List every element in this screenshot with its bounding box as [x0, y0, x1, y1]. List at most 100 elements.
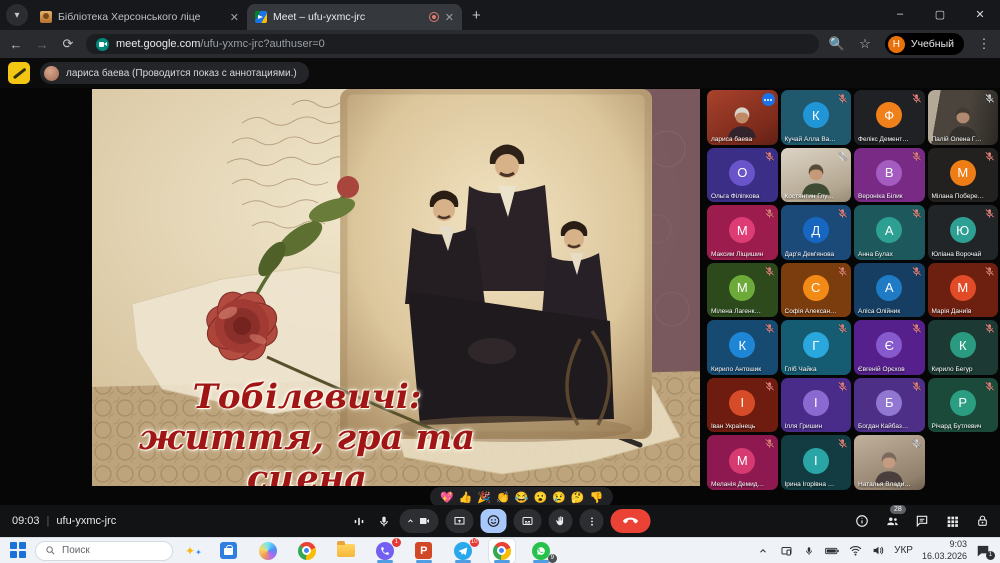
present-screen-button[interactable] [446, 509, 474, 533]
participant-name: Мілана Побережна [932, 193, 986, 200]
taskbar-apps: 1P 10 9 [216, 539, 554, 563]
leave-call-button[interactable] [611, 509, 651, 533]
participant-tile[interactable]: К Кучай Алла Васил... [781, 90, 852, 145]
back-icon[interactable]: ← [8, 37, 24, 52]
minimize-button[interactable]: – [880, 0, 920, 28]
taskbar-app-powerpoint[interactable]: P [411, 539, 437, 563]
search-icon[interactable]: 🔍 [829, 36, 845, 52]
reload-icon[interactable]: ⟳ [60, 36, 76, 52]
reaction-emoji-button[interactable]: 😢 [552, 491, 566, 504]
taskbar-app-whatsapp[interactable]: 9 [528, 539, 554, 563]
reactions-button[interactable] [481, 509, 507, 533]
battery-icon[interactable] [825, 544, 839, 558]
file-explorer-icon [337, 544, 355, 557]
participant-tile[interactable]: Палій Олена Григо... [928, 90, 999, 145]
people-icon[interactable]: 28 [884, 513, 900, 529]
participant-tile[interactable]: В Вероніка Білик [854, 148, 925, 203]
profile-chip[interactable]: Н Учебный [885, 33, 964, 55]
participant-tile[interactable]: І Ірина Ігорівна Дементьєва [781, 435, 852, 490]
tab-close-icon[interactable]: ✕ [445, 11, 454, 24]
participant-tile[interactable]: Б Богдан Кайбазаков [854, 378, 925, 433]
bookmark-star-icon[interactable]: ☆ [857, 36, 873, 52]
forward-icon[interactable]: → [34, 37, 50, 52]
tray-clock[interactable]: 9:03 16.03.2026 [922, 539, 967, 562]
maximize-button[interactable]: ▢ [920, 0, 960, 28]
copilot-icon [259, 542, 277, 560]
notification-center-icon[interactable]: 1 [976, 544, 992, 558]
camera-button[interactable] [400, 509, 439, 533]
chat-icon[interactable] [914, 513, 930, 529]
taskbar-search[interactable]: Поиск [35, 541, 173, 561]
taskbar-app-chrome[interactable] [489, 539, 515, 563]
address-bar[interactable]: meet.google.com/ufu-yxmc-jrc?authuser=0 [86, 34, 819, 54]
participant-tile[interactable]: І Іван Українець [707, 378, 778, 433]
participant-tile[interactable]: лариса баева [707, 90, 778, 145]
participant-tile[interactable]: О Ольга Філіпкова [707, 148, 778, 203]
participant-tile[interactable]: М Меланія Демидова [707, 435, 778, 490]
presentation-slide[interactable]: Тобілевичі: життя, гра та сцена [92, 89, 700, 486]
participant-tile[interactable]: Ю Юліана Ворочай [928, 205, 999, 260]
language-indicator[interactable]: УКР [894, 545, 913, 556]
tab-search-button[interactable]: ▾ [6, 4, 28, 26]
start-button[interactable] [10, 542, 27, 559]
participant-tile[interactable]: Є Євгеній Орєхов [854, 320, 925, 375]
tab-meet[interactable]: Meet – ufu-yxmc-jrc ✕ [247, 4, 462, 30]
captions-button[interactable] [514, 509, 542, 533]
participant-tile[interactable]: А Аліса Олійник [854, 263, 925, 318]
participant-name: Ілля Гришин [785, 423, 839, 430]
reaction-emoji-button[interactable]: 😂 [515, 491, 529, 504]
cast-device-icon[interactable] [779, 544, 793, 558]
tab-library[interactable]: Бібліотека Херсонського ліце ✕ [32, 4, 247, 30]
participant-tile[interactable]: Наталья Владимировна Ш... [854, 435, 925, 490]
taskbar-app-copilot[interactable] [255, 539, 281, 563]
reaction-emoji-button[interactable]: 👏 [496, 491, 510, 504]
browser-menu-icon[interactable]: ⋮ [976, 36, 992, 52]
mic-off-icon [764, 208, 775, 219]
new-tab-button[interactable]: + [472, 7, 481, 24]
participant-tile[interactable]: Д Дар'я Дем'янова [781, 205, 852, 260]
more-options-button[interactable] [580, 509, 604, 533]
participant-avatar: Є [876, 332, 902, 358]
participant-avatar: М [950, 275, 976, 301]
audio-levels-icon[interactable] [350, 512, 368, 530]
reaction-emoji-button[interactable]: 🤔 [571, 491, 585, 504]
microphone-icon[interactable] [375, 512, 393, 530]
taskbar-app-viber[interactable]: 1 [372, 539, 398, 563]
taskbar-app-chrome-pinned[interactable] [294, 539, 320, 563]
taskbar-app-telegram[interactable]: 10 [450, 539, 476, 563]
taskbar-app-store[interactable] [216, 539, 242, 563]
raise-hand-button[interactable] [549, 509, 573, 533]
reaction-emoji-button[interactable]: 👍 [459, 491, 473, 504]
wifi-icon[interactable] [848, 544, 862, 558]
activities-icon[interactable] [944, 513, 960, 529]
participant-avatar: О [729, 160, 755, 186]
participant-tile[interactable]: М Максим Ліщишин [707, 205, 778, 260]
reaction-emoji-button[interactable]: 🎉 [477, 491, 491, 504]
participant-tile[interactable]: К Кирило Бегур [928, 320, 999, 375]
participant-tile[interactable]: І Ілля Гришин [781, 378, 852, 433]
host-controls-icon[interactable] [974, 513, 990, 529]
reaction-emoji-button[interactable]: 💖 [440, 491, 454, 504]
participant-tile[interactable]: Р Річард Бутлевич [928, 378, 999, 433]
info-icon[interactable] [854, 513, 870, 529]
copilot-sparkle-icon[interactable]: ✦✦ [185, 544, 202, 558]
participant-tile[interactable]: М Мілана Побережна [928, 148, 999, 203]
meeting-time: 09:03 [12, 515, 40, 527]
close-button[interactable]: ✕ [960, 0, 1000, 28]
reaction-emoji-button[interactable]: 👎 [590, 491, 604, 504]
volume-icon[interactable] [871, 544, 885, 558]
participant-tile[interactable]: К Кирило Антошик [707, 320, 778, 375]
participant-tile[interactable]: Костянтин Глушаков [781, 148, 852, 203]
tray-expand-icon[interactable] [756, 544, 770, 558]
participant-tile[interactable]: М Мілена Лагенкова [707, 263, 778, 318]
participant-tile[interactable]: Г Гліб Чайка [781, 320, 852, 375]
microphone-tray-icon[interactable] [802, 544, 816, 558]
tab-close-icon[interactable]: ✕ [230, 11, 239, 24]
reaction-emoji-button[interactable]: 😮 [534, 491, 548, 504]
participant-tile[interactable]: А Анна Булах [854, 205, 925, 260]
annotation-pen-icon[interactable] [8, 62, 30, 84]
taskbar-app-explorer[interactable] [333, 539, 359, 563]
participant-tile[interactable]: Ф Фелікс Дементович [854, 90, 925, 145]
participant-tile[interactable]: С Софія Александрова [781, 263, 852, 318]
participant-tile[interactable]: М Марія Даниїв [928, 263, 999, 318]
